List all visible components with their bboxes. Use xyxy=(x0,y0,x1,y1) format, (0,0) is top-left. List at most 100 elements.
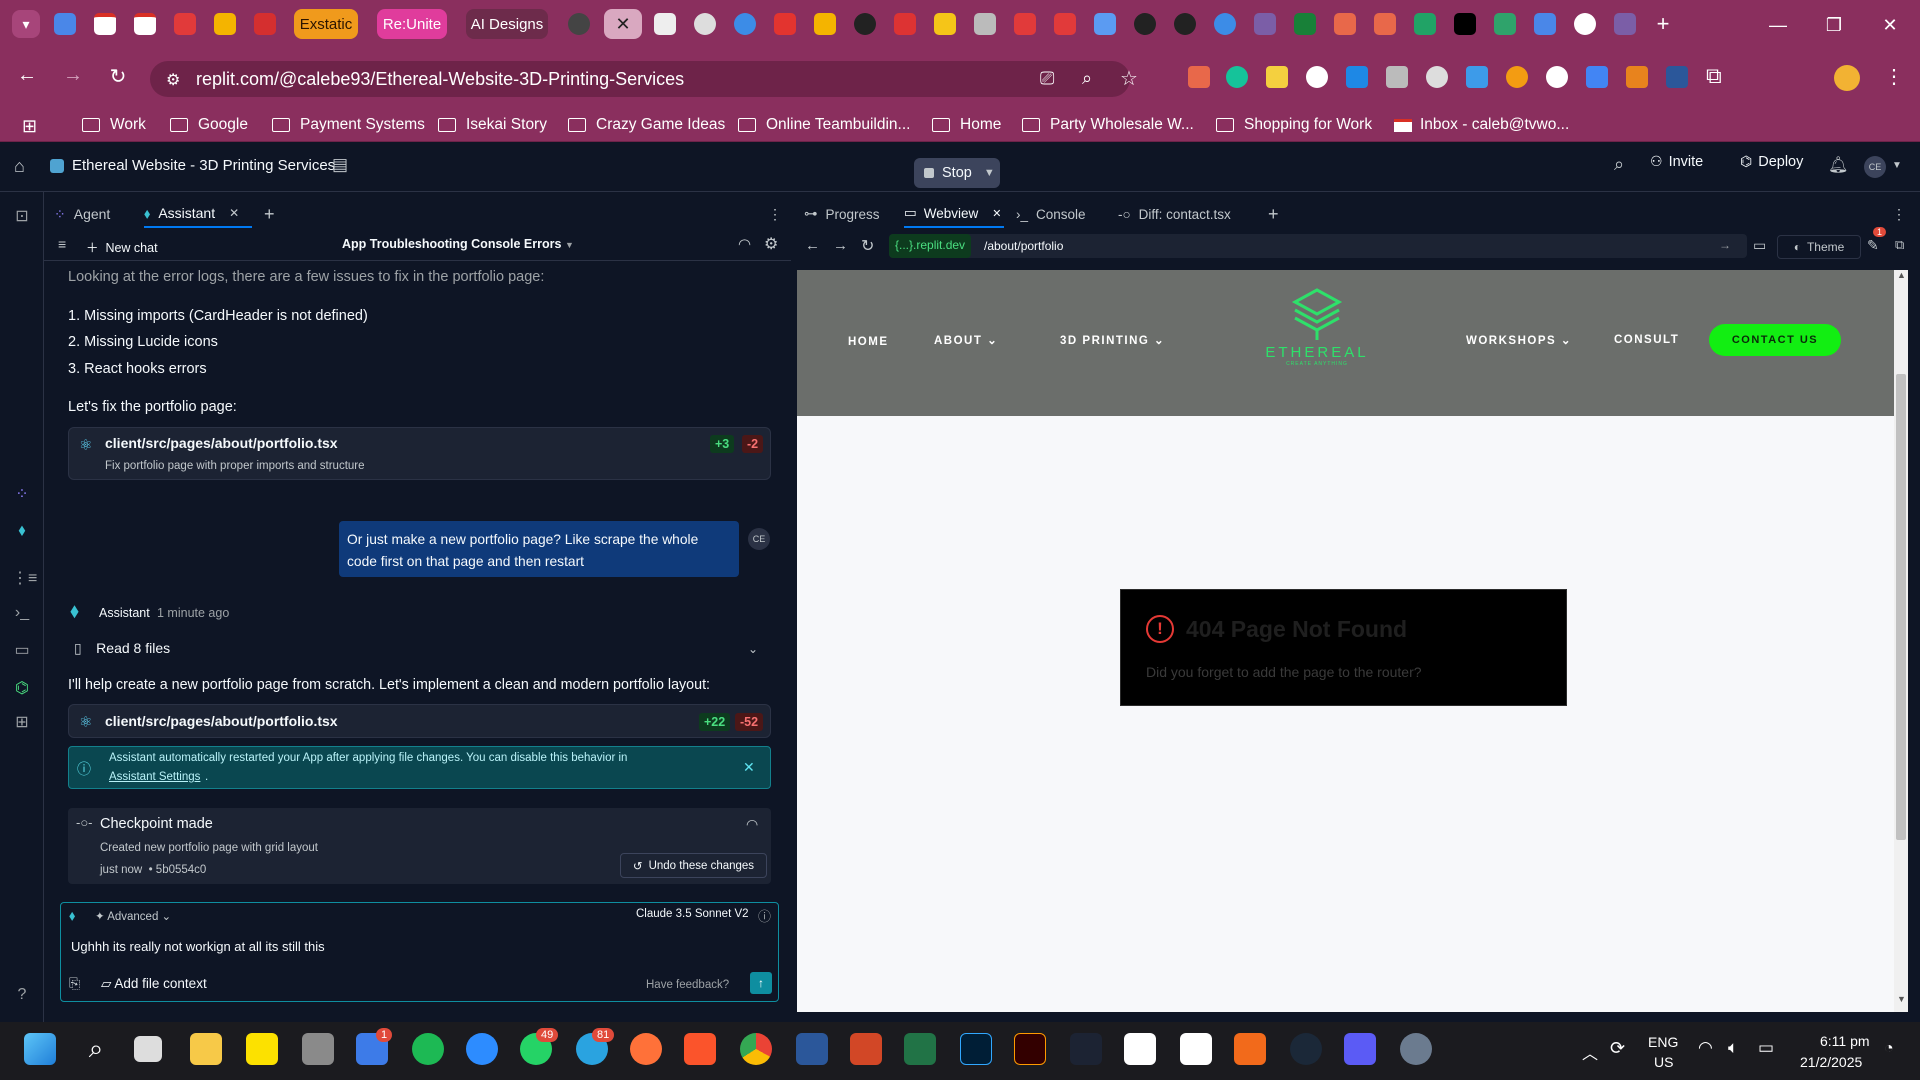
tab-diff[interactable]: -○ Diff: contact.tsx xyxy=(1118,200,1231,228)
shell-rail-icon[interactable]: ›_ xyxy=(12,604,32,624)
sk-tab-icon[interactable] xyxy=(174,13,196,35)
undo-changes-button[interactable]: ↺ Undo these changes xyxy=(620,853,767,878)
extension-icon-2[interactable] xyxy=(1266,66,1288,88)
app-icon-blue[interactable] xyxy=(1344,1033,1376,1065)
tab-icon-2[interactable] xyxy=(774,13,796,35)
close-tab-icon[interactable]: ✕ xyxy=(229,206,239,220)
add-tab-icon[interactable]: + xyxy=(1268,200,1279,228)
bookmark-work[interactable]: Work xyxy=(82,116,146,134)
drive-tab-icon[interactable] xyxy=(214,13,236,35)
chevron-down-icon[interactable]: ▼ xyxy=(984,167,995,179)
webview-reload-icon[interactable]: ↻ xyxy=(861,236,874,256)
webview-scrollbar[interactable]: ▲ ▼ xyxy=(1894,270,1908,1012)
history-icon[interactable]: ◠ xyxy=(738,235,751,253)
attach-icon[interactable]: ⎘ xyxy=(69,975,80,992)
extension-icon-3[interactable] xyxy=(1306,66,1328,88)
capcut-icon[interactable] xyxy=(1124,1033,1156,1065)
feedback-link[interactable]: Have feedback? xyxy=(646,979,729,991)
scroll-down-icon[interactable]: ▼ xyxy=(1897,994,1906,1004)
play-tab-icon[interactable] xyxy=(694,13,716,35)
back-icon[interactable]: ← xyxy=(12,64,42,87)
metamask-icon[interactable] xyxy=(1626,66,1648,88)
tab-exstatic[interactable]: Exstatic xyxy=(294,9,358,39)
x-tab-icon[interactable] xyxy=(1454,13,1476,35)
theme-button[interactable]: ◐ Theme xyxy=(1777,235,1861,259)
tab-icon-16[interactable] xyxy=(1494,13,1516,35)
settings-taskbar-icon[interactable] xyxy=(1400,1033,1432,1065)
read-files-row[interactable]: ▯ Read 8 files ⌄ xyxy=(68,640,771,662)
devices-icon[interactable]: ▭ xyxy=(1753,237,1766,254)
tab-progress[interactable]: ⊶ Progress xyxy=(804,200,880,228)
chrome-icon[interactable] xyxy=(740,1033,772,1065)
volume-icon[interactable]: 🔈︎ xyxy=(1728,1038,1738,1058)
model-selector[interactable]: Claude 3.5 Sonnet V2 xyxy=(636,908,749,920)
invite-button[interactable]: ⚇ Invite xyxy=(1650,153,1703,170)
powerpoint-icon[interactable] xyxy=(850,1033,882,1065)
file-change-card-2[interactable]: ⚛ client/src/pages/about/portfolio.tsx +… xyxy=(68,704,771,738)
extension-icon-6[interactable] xyxy=(1426,66,1448,88)
devtools-icon[interactable]: ✎ xyxy=(1867,237,1879,254)
chat-list-icon[interactable]: ≡ xyxy=(58,236,66,252)
avatar-chevron-icon[interactable]: ▼ xyxy=(1892,160,1902,171)
windows-start-icon[interactable] xyxy=(24,1033,56,1065)
bell-icon[interactable]: 🔔︎ xyxy=(1828,155,1848,175)
sheets-tab-icon[interactable] xyxy=(1294,13,1316,35)
new-tab-button[interactable]: + xyxy=(1648,9,1678,39)
nav-workshops[interactable]: WORKSHOPS ⌄ xyxy=(1466,333,1572,347)
language-top[interactable]: ENG xyxy=(1648,1034,1678,1050)
zoom-icon[interactable]: ⌕ xyxy=(1082,68,1092,89)
extensions-puzzle-icon[interactable]: ⧉ xyxy=(1706,63,1722,89)
tab-assistant[interactable]: ⬧ Assistant ✕ xyxy=(144,200,252,228)
add-tab-icon[interactable]: + xyxy=(264,200,275,228)
extension-icon-8[interactable] xyxy=(1506,66,1528,88)
tray-chevron-icon[interactable]: ︿ xyxy=(1582,1040,1598,1064)
tab-agent[interactable]: ⁘ Agent xyxy=(54,200,110,228)
project-info-icon[interactable]: ▤ xyxy=(332,155,348,175)
tab-icon-6[interactable] xyxy=(934,13,956,35)
extension-icon-1[interactable] xyxy=(1188,66,1210,88)
close-notice-icon[interactable]: ✕ xyxy=(743,759,755,776)
console-rail-icon[interactable]: ⋮≡ xyxy=(12,568,37,588)
tab-icon-4[interactable] xyxy=(854,13,876,35)
app-icon-orange[interactable] xyxy=(1234,1033,1266,1065)
assistant-settings-link[interactable]: Assistant Settings xyxy=(109,771,200,783)
sticky-notes-icon[interactable] xyxy=(246,1033,278,1065)
stop-button[interactable]: Stop ▼ xyxy=(914,158,1000,188)
nav-home[interactable]: HOME xyxy=(848,336,889,348)
bookmark-payment-systems[interactable]: Payment Systems xyxy=(272,116,425,134)
tab-icon-11[interactable] xyxy=(1214,13,1236,35)
restore-icon[interactable]: ❐ xyxy=(1806,0,1862,50)
tab-icon-15[interactable] xyxy=(1414,13,1436,35)
nav-consult[interactable]: CONSULT xyxy=(1614,334,1679,346)
site-info-icon[interactable]: ⚙ xyxy=(166,70,180,90)
forward-icon[interactable]: → xyxy=(58,64,88,87)
bookmark-shopping-for-work[interactable]: Shopping for Work xyxy=(1216,116,1372,134)
tab-icon-7[interactable] xyxy=(974,13,996,35)
sync-icon[interactable]: ⟳ xyxy=(1610,1038,1625,1059)
replit-icon[interactable] xyxy=(1070,1033,1102,1065)
apps-grid-icon[interactable]: ⊞ xyxy=(22,116,37,137)
extension-icon-11[interactable] xyxy=(1666,66,1688,88)
chevron-down-icon[interactable]: ⌄ xyxy=(748,642,758,656)
nav-about[interactable]: ABOUT ⌄ xyxy=(934,333,998,347)
settings-gear-icon[interactable]: ⚙ xyxy=(764,234,778,254)
model-info-icon[interactable]: ⓘ xyxy=(758,906,771,925)
tradingview-icon[interactable] xyxy=(1180,1033,1212,1065)
steam-icon[interactable] xyxy=(1290,1033,1322,1065)
gmail-tab-icon-2[interactable] xyxy=(134,13,156,35)
tab-reunite[interactable]: Re:Unite xyxy=(377,9,447,39)
help-icon[interactable]: ? xyxy=(12,986,32,1006)
send-button[interactable]: ↑ xyxy=(750,972,772,994)
wifi-icon[interactable]: ◠ xyxy=(1698,1038,1713,1058)
bookmark-online-teambuilding[interactable]: Online Teambuildin... xyxy=(738,116,910,134)
agent-rail-icon[interactable]: ⁘ xyxy=(12,484,32,504)
notifications-icon[interactable]: ◔ xyxy=(1884,1040,1894,1058)
nav-3d-printing[interactable]: 3D PRINTING ⌄ xyxy=(1060,333,1165,347)
go-arrow-icon[interactable]: → xyxy=(1719,238,1731,252)
file-explorer-icon[interactable] xyxy=(190,1033,222,1065)
extension-icon-10[interactable] xyxy=(1586,66,1608,88)
excel-icon[interactable] xyxy=(904,1033,936,1065)
webview-forward-icon[interactable]: → xyxy=(833,237,848,254)
tab-console[interactable]: ›_ Console xyxy=(1016,200,1086,228)
tab-webview[interactable]: ▭ Webview ✕ xyxy=(904,200,1004,228)
